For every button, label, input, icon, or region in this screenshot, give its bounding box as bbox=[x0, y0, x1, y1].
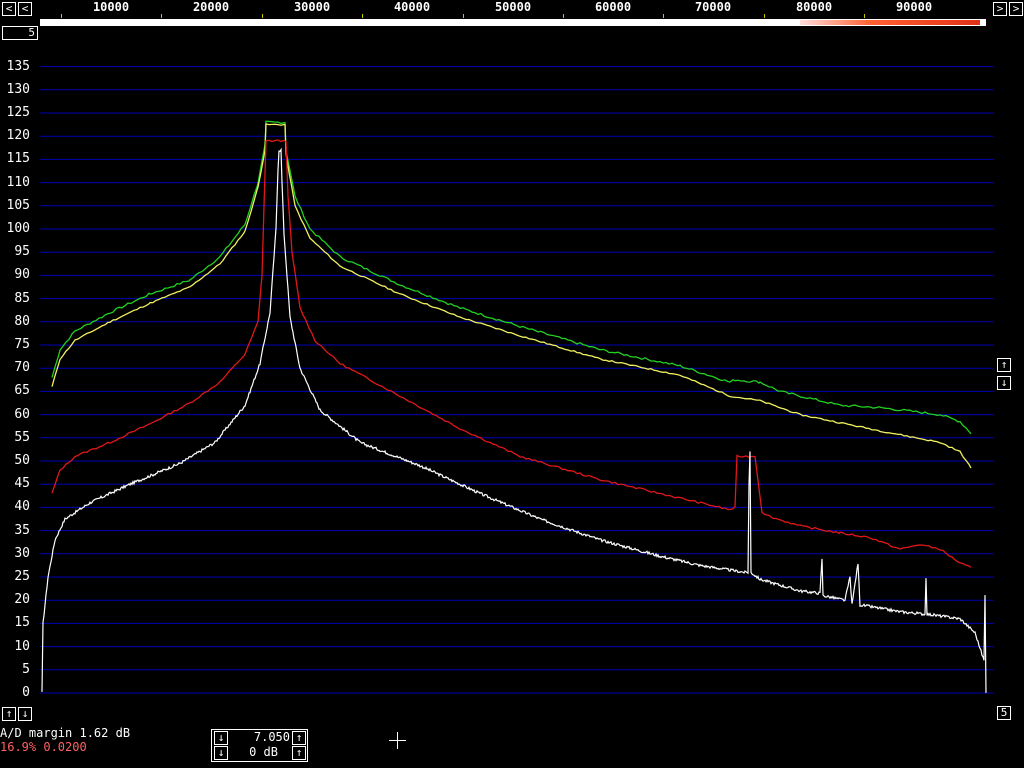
y-axis-label: 80 bbox=[14, 313, 30, 329]
y-axis-label: 50 bbox=[14, 453, 30, 468]
ruler-tick-mark bbox=[764, 14, 765, 18]
ruler-tick-mark bbox=[362, 14, 363, 18]
y-axis-label: 130 bbox=[6, 81, 30, 97]
ruler-tick-mark bbox=[61, 14, 62, 18]
waterfall-strip bbox=[40, 19, 986, 26]
grid-lines bbox=[40, 66, 994, 694]
crosshair-cursor-icon bbox=[389, 732, 406, 749]
y-axis-label: 95 bbox=[14, 244, 30, 260]
trace-green bbox=[51, 120, 972, 435]
ruler-tick-mark bbox=[563, 14, 564, 18]
offset-up-icon[interactable]: ↑ bbox=[2, 707, 16, 721]
y-axis-label: 10 bbox=[14, 638, 30, 654]
ruler-tick-label: 30000 bbox=[293, 0, 331, 14]
trace-yellow bbox=[51, 123, 972, 469]
y-axis-label: 105 bbox=[6, 197, 30, 213]
y-axis-label: 60 bbox=[14, 406, 30, 422]
scale-down-icon[interactable]: ↓ bbox=[997, 376, 1011, 390]
gain-up-icon[interactable]: ↑ bbox=[292, 746, 306, 760]
value-up-icon[interactable]: ↑ bbox=[292, 731, 306, 745]
ruler-tick-mark bbox=[262, 14, 263, 18]
y-axis-label: 90 bbox=[14, 267, 30, 283]
ruler-tick-label: 50000 bbox=[494, 0, 532, 14]
scroll-right-fast-icon[interactable]: > bbox=[993, 2, 1007, 16]
y-axis-label: 20 bbox=[14, 592, 30, 608]
y-axis-label: 25 bbox=[14, 569, 30, 584]
ruler-tick-label: 40000 bbox=[393, 0, 431, 14]
y-axis-label: 70 bbox=[14, 360, 30, 376]
y-axis-label: 75 bbox=[14, 337, 30, 352]
y-axis-label: 30 bbox=[14, 545, 30, 561]
ruler-tick-mark bbox=[161, 14, 162, 18]
frequency-ruler: < < 10000 20000 30000 40000 50000 60000 70000 8… bbox=[0, 0, 1024, 18]
y-axis-label: 15 bbox=[14, 615, 30, 631]
y-axis-label: 120 bbox=[6, 128, 30, 144]
right-scale-value[interactable]: 5 bbox=[997, 706, 1011, 720]
offset-down-icon[interactable]: ↓ bbox=[18, 707, 32, 721]
y-axis-label: 135 bbox=[6, 58, 30, 74]
ruler-tick-label: 60000 bbox=[594, 0, 632, 14]
y-axis-label: 115 bbox=[6, 151, 30, 167]
ruler-tick-mark bbox=[463, 14, 464, 18]
gain-down-icon[interactable]: ↓ bbox=[214, 746, 228, 760]
y-axis: 135 130 125 120 115 110 105 100 95 90 85 80 75 70 65 60… bbox=[0, 0, 30, 768]
value-readout: 7.050 bbox=[253, 730, 290, 744]
trace-white bbox=[41, 147, 987, 693]
ruler-tick-label: 90000 bbox=[895, 0, 933, 14]
ruler-tick-mark bbox=[663, 14, 664, 18]
spectrum-plot[interactable] bbox=[40, 26, 994, 722]
ruler-tick-label: 20000 bbox=[192, 0, 230, 14]
y-axis-label: 35 bbox=[14, 522, 30, 538]
y-axis-label: 125 bbox=[6, 105, 30, 120]
trace-red bbox=[51, 139, 972, 568]
y-axis-label: 65 bbox=[14, 383, 30, 399]
y-axis-label: 40 bbox=[14, 499, 30, 515]
y-axis-label: 5 bbox=[22, 661, 30, 677]
y-axis-label: 100 bbox=[6, 221, 30, 236]
ruler-tick-label: 80000 bbox=[795, 0, 833, 14]
ruler-tick-label: 70000 bbox=[694, 0, 732, 14]
ad-margin-text: A/D margin 1.62 dB bbox=[0, 726, 131, 740]
value-down-icon[interactable]: ↓ bbox=[214, 731, 228, 745]
ruler-tick-mark bbox=[864, 14, 865, 18]
y-axis-label: 55 bbox=[14, 429, 30, 445]
scale-up-icon[interactable]: ↑ bbox=[997, 358, 1011, 372]
ruler-tick-label: 10000 bbox=[92, 0, 130, 14]
gain-readout: 0 dB bbox=[249, 745, 278, 759]
y-axis-label: 45 bbox=[14, 476, 30, 492]
scroll-right-icon[interactable]: > bbox=[1009, 2, 1023, 16]
y-axis-label: 0 bbox=[22, 685, 30, 700]
level-text: 16.9% 0.0200 bbox=[0, 740, 87, 754]
gain-control-panel: ↓ ↑ ↓ ↑ 7.050 0 dB bbox=[211, 729, 308, 762]
y-axis-label: 110 bbox=[6, 174, 30, 190]
y-axis-label: 85 bbox=[14, 290, 30, 306]
strip-level-marker bbox=[800, 20, 980, 25]
